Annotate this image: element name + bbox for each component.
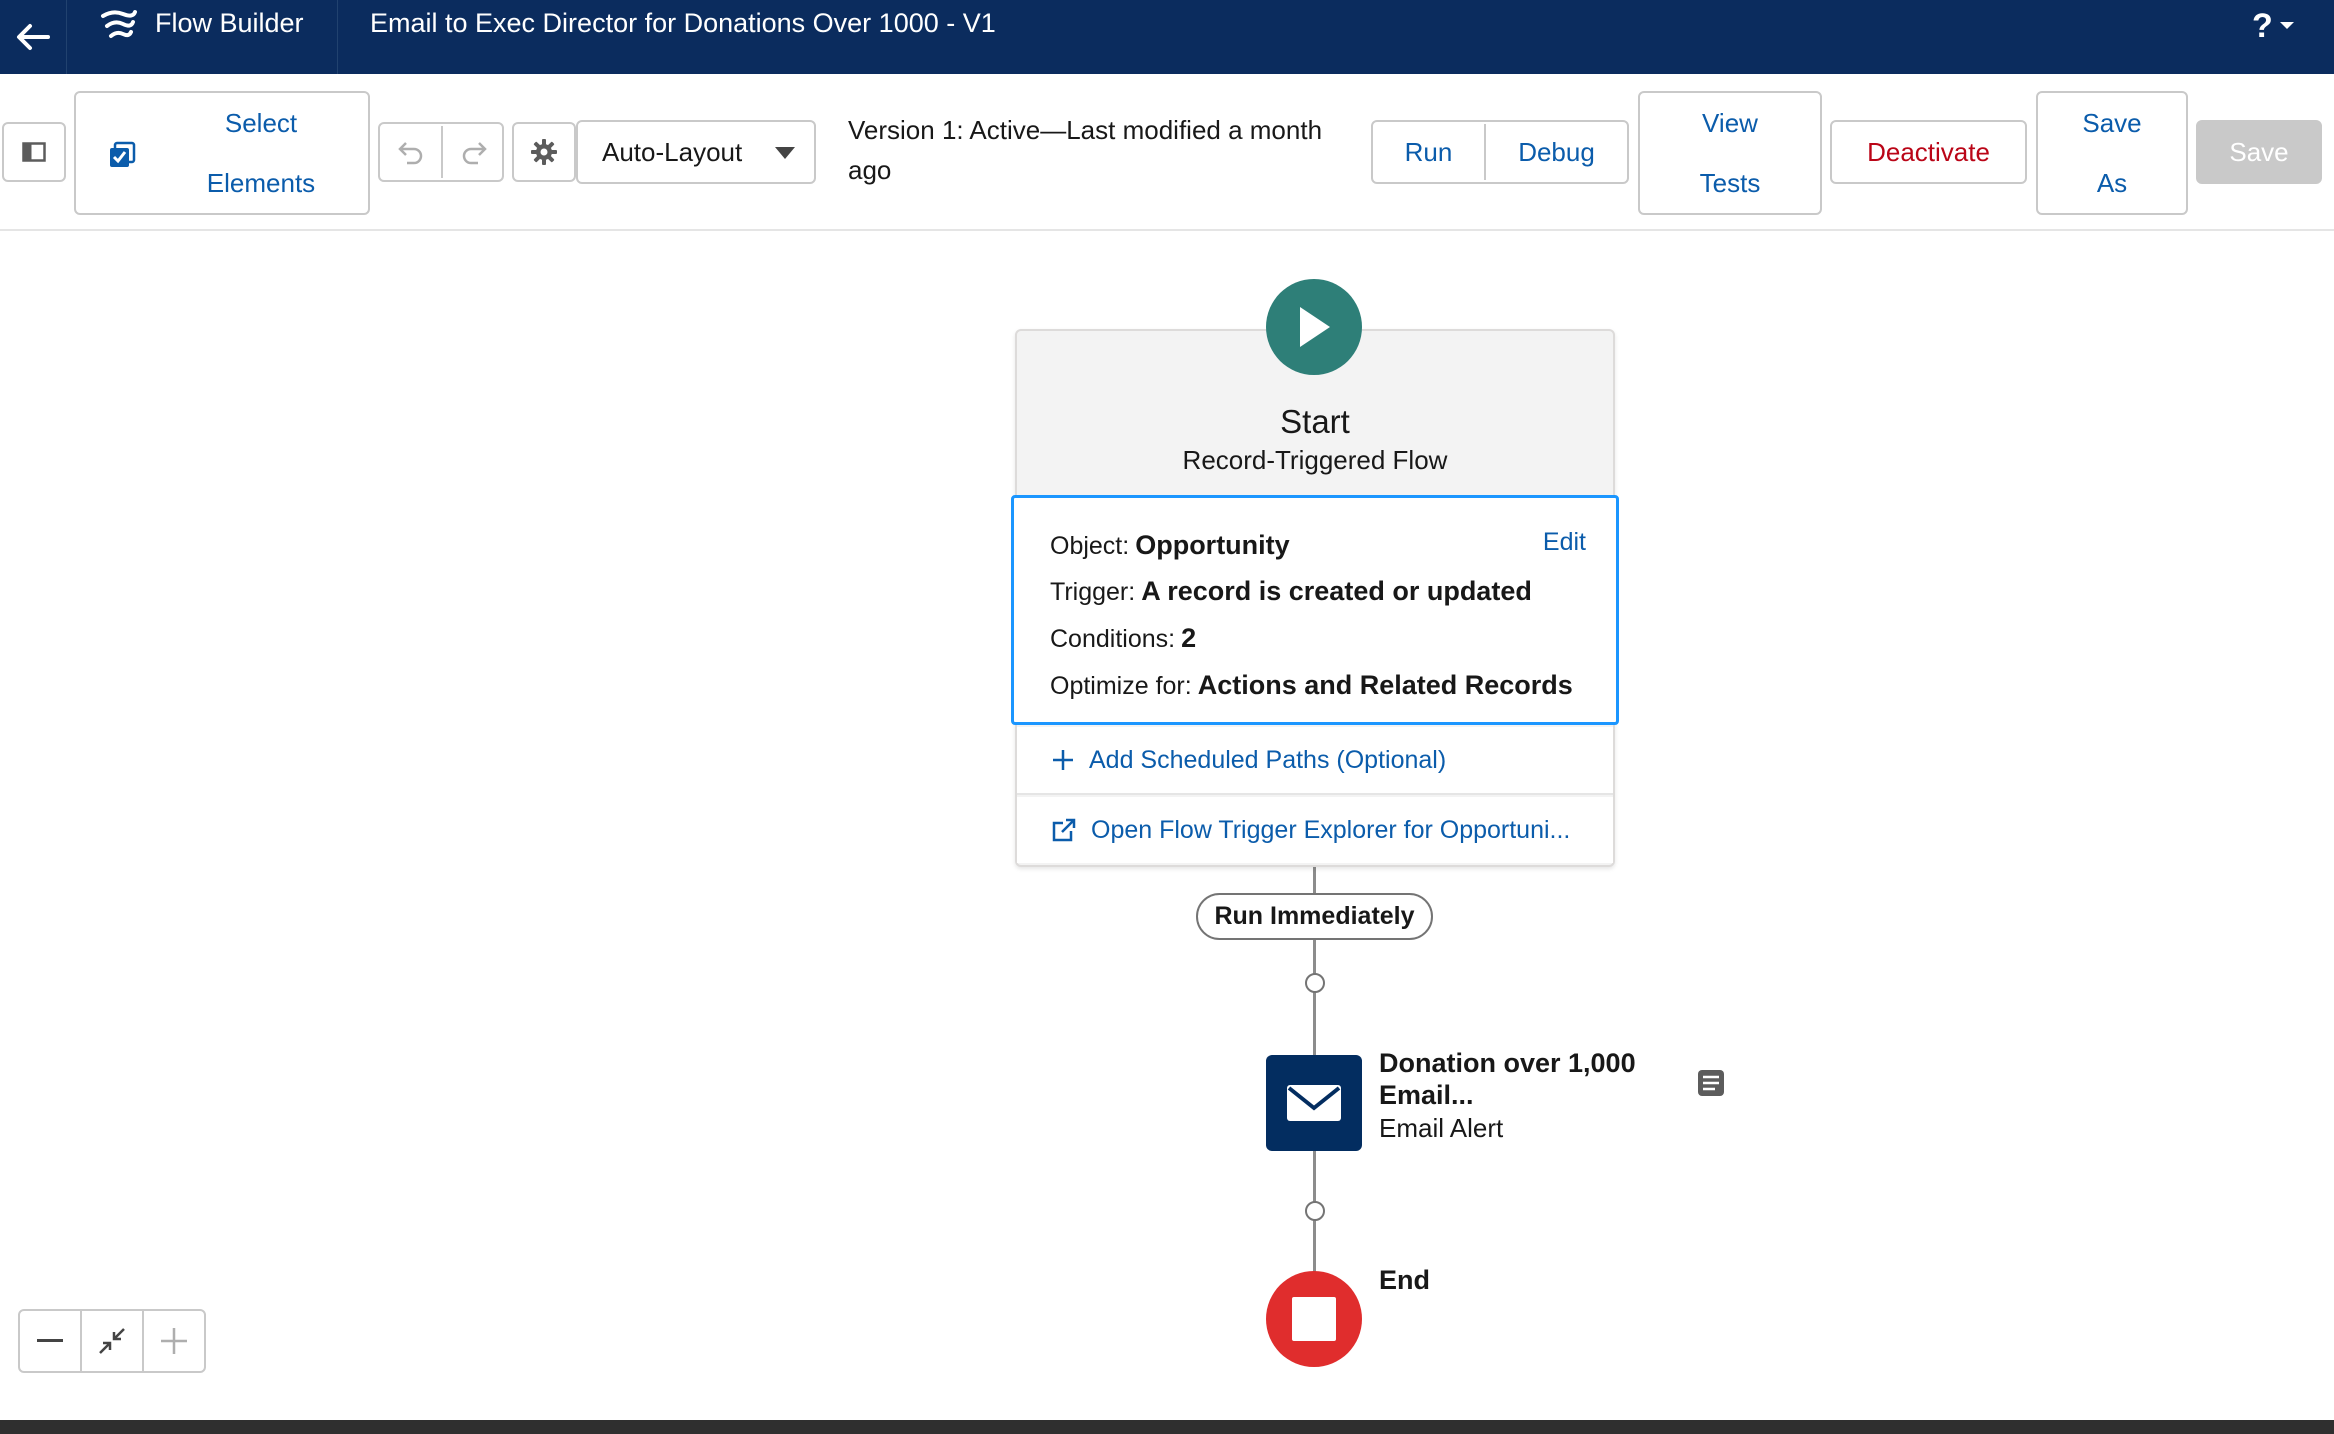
end-element-label: End	[1379, 1265, 1430, 1295]
zoom-out-button[interactable]	[20, 1311, 82, 1371]
redo-icon	[462, 142, 487, 165]
note-icon[interactable]	[1697, 1069, 1725, 1097]
redo-button[interactable]	[443, 124, 504, 180]
flow-title: Email to Exec Director for Donations Ove…	[370, 8, 996, 38]
undo-redo-group	[378, 122, 504, 182]
toolbar: Select Elements Auto-Layout Version 1: A…	[0, 74, 2334, 231]
optimize-value: Actions and Related Records	[1197, 670, 1573, 700]
gear-icon	[531, 139, 557, 165]
app-name: Flow Builder	[155, 8, 304, 38]
conditions-label: Conditions:	[1050, 625, 1176, 653]
window-bottom-edge	[0, 1420, 2334, 1434]
select-elements-label-line1: Select	[224, 108, 298, 138]
play-icon	[1300, 307, 1330, 347]
zoom-in-button[interactable]	[144, 1311, 204, 1371]
back-arrow-icon	[17, 24, 50, 50]
trigger-explorer-label: Open Flow Trigger Explorer for Opportuni…	[1091, 815, 1571, 844]
run-debug-group: Run Debug	[1371, 120, 1629, 184]
fit-view-icon	[99, 1328, 125, 1354]
envelope-icon	[1287, 1085, 1341, 1121]
deactivate-button[interactable]: Deactivate	[1830, 120, 2027, 184]
trigger-row: Trigger: A record is created or updated	[1050, 576, 1532, 607]
layout-mode-value: Auto-Layout	[602, 137, 743, 167]
flow-settings-button[interactable]	[512, 122, 576, 182]
trigger-value: A record is created or updated	[1141, 576, 1532, 606]
trigger-label: Trigger:	[1050, 578, 1136, 606]
conditions-row: Conditions: 2	[1050, 623, 1196, 654]
action-title-line1: Donation over 1,000	[1379, 1048, 1636, 1078]
connector-line	[1313, 867, 1316, 893]
panel-toggle-icon	[22, 142, 46, 162]
fit-view-button[interactable]	[82, 1311, 144, 1371]
start-subtitle: Record-Triggered Flow	[1182, 445, 1448, 475]
select-elements-label-line2: Elements	[206, 168, 316, 198]
edit-link[interactable]: Edit	[1543, 528, 1586, 557]
view-tests-button[interactable]: View Tests	[1638, 91, 1822, 215]
zoom-in-icon	[161, 1328, 187, 1354]
action-element-title[interactable]: Donation over 1,000 Email...	[1379, 1047, 1699, 1111]
external-link-icon	[1052, 818, 1076, 842]
deactivate-label: Deactivate	[1867, 137, 1990, 167]
plus-icon	[1053, 750, 1073, 770]
object-label: Object:	[1050, 532, 1130, 560]
flow-builder-logo-icon	[101, 10, 137, 38]
back-button[interactable]	[0, 0, 67, 74]
object-row: Object: Opportunity	[1050, 530, 1290, 561]
end-element-icon[interactable]	[1266, 1271, 1362, 1367]
optimize-row: Optimize for: Actions and Related Records	[1050, 670, 1573, 701]
run-button[interactable]: Run	[1373, 122, 1484, 182]
view-tests-label-line1: View	[1702, 108, 1758, 138]
view-tests-label-line2: Tests	[1699, 168, 1761, 198]
start-element-icon[interactable]	[1266, 279, 1362, 375]
action-element-type: Email Alert	[1379, 1113, 1504, 1143]
toggle-panel-button[interactable]	[2, 122, 66, 182]
action-title-line2: Email...	[1379, 1080, 1474, 1110]
optimize-label: Optimize for:	[1050, 672, 1192, 700]
select-checkbox-icon	[110, 141, 136, 167]
brand-area: Flow Builder	[67, 0, 338, 74]
zoom-out-icon	[37, 1339, 63, 1342]
add-scheduled-paths-link[interactable]: Add Scheduled Paths (Optional)	[1017, 727, 1613, 795]
debug-button[interactable]: Debug	[1486, 122, 1627, 182]
layout-mode-select[interactable]: Auto-Layout	[576, 120, 816, 184]
save-as-button[interactable]: Save As	[2036, 91, 2188, 215]
undo-button[interactable]	[380, 124, 441, 180]
run-label: Run	[1404, 137, 1453, 167]
stop-icon	[1292, 1297, 1336, 1341]
debug-label: Debug	[1518, 137, 1595, 167]
email-alert-element-icon[interactable]	[1266, 1055, 1362, 1151]
save-as-label-line1: Save	[2082, 108, 2142, 138]
add-scheduled-paths-label: Add Scheduled Paths (Optional)	[1089, 745, 1447, 774]
dropdown-triangle-icon	[775, 147, 795, 159]
run-immediately-path-label[interactable]: Run Immediately	[1196, 893, 1433, 940]
conditions-value: 2	[1181, 623, 1197, 653]
help-menu-button[interactable]: ?	[2252, 6, 2312, 46]
version-status: Version 1: Active—Last modified a month …	[848, 115, 1323, 185]
undo-icon	[397, 142, 422, 165]
connector-line	[1313, 940, 1316, 1062]
add-element-connector[interactable]	[1305, 1201, 1325, 1221]
select-elements-button[interactable]: Select Elements	[74, 91, 370, 215]
trigger-explorer-link[interactable]: Open Flow Trigger Explorer for Opportuni…	[1017, 797, 1613, 863]
add-element-connector[interactable]	[1305, 973, 1325, 993]
save-button[interactable]: Save	[2196, 120, 2322, 184]
help-icon: ?	[2252, 7, 2273, 45]
zoom-controls	[18, 1309, 206, 1373]
flow-canvas[interactable]: Start Record-Triggered Flow Object: Oppor…	[0, 231, 2334, 1434]
app-header: Flow Builder Email to Exec Director for …	[0, 0, 2334, 74]
chevron-down-icon	[2279, 22, 2294, 29]
save-as-label-line2: As	[2096, 168, 2128, 198]
start-title: Start	[1280, 403, 1350, 440]
save-label: Save	[2229, 137, 2289, 167]
start-details-panel[interactable]: Object: Opportunity Edit Trigger: A record…	[1011, 495, 1619, 725]
object-value: Opportunity	[1135, 530, 1290, 560]
